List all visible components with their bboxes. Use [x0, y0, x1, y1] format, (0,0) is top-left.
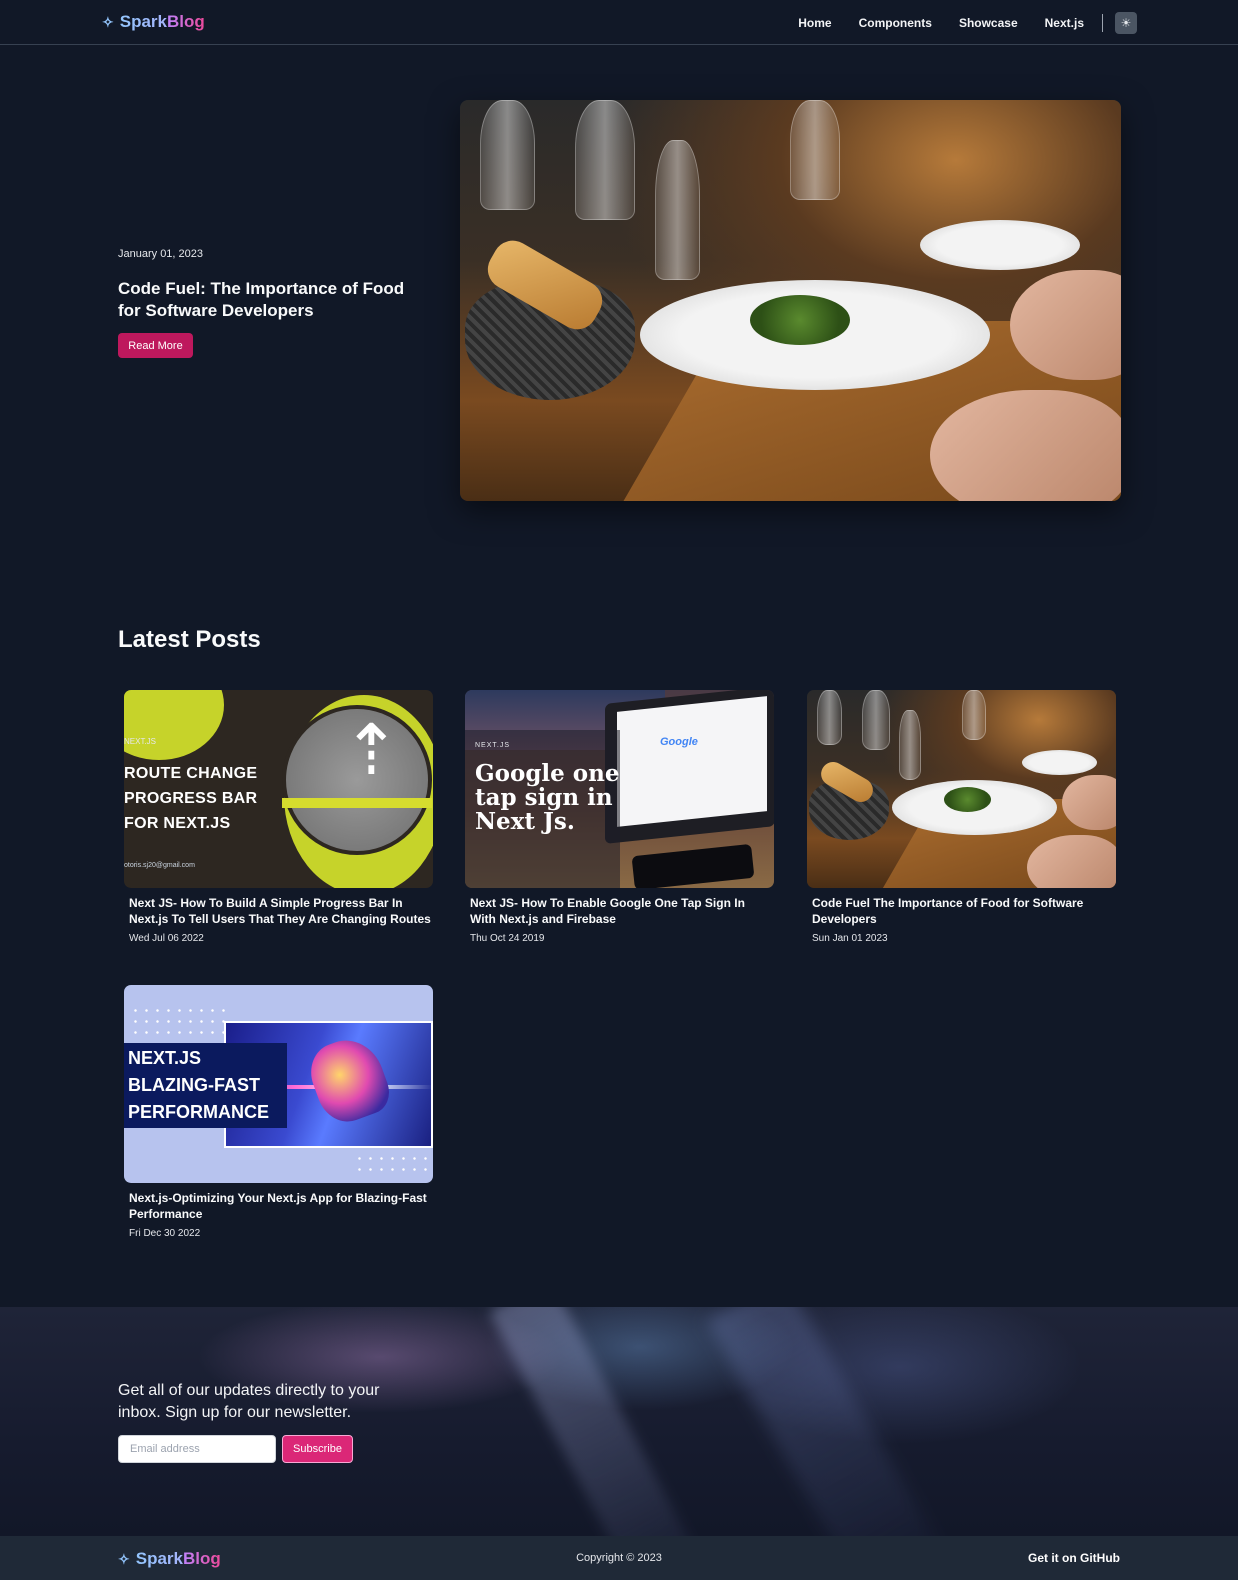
hero-date: January 01, 2023	[118, 248, 204, 260]
hero-title[interactable]: Code Fuel: The Importance of Food for So…	[118, 278, 428, 322]
crossroad-arrows-icon: ⇡	[342, 711, 401, 789]
latest-posts-heading: Latest Posts	[118, 626, 261, 653]
nav-links: Home Components Showcase Next.js ☀	[798, 0, 1238, 45]
nav-divider	[1102, 13, 1103, 32]
post-date: Fri Dec 30 2022	[129, 1228, 201, 1239]
post-card[interactable]: Code Fuel The Importance of Food for Sof…	[807, 690, 1116, 944]
post-thumbnail[interactable]: ⇡ NEXT.JS ROUTE CHANGE PROGRESS BAR FOR …	[124, 690, 433, 888]
top-nav: ✧ SparkBlog Home Components Showcase Nex…	[0, 0, 1238, 45]
subscribe-button[interactable]: Subscribe	[282, 1435, 353, 1463]
post-thumbnail[interactable]	[807, 690, 1116, 888]
newsletter-section: Get all of our updates directly to your …	[0, 1307, 1238, 1536]
brand-name-part1: Spark	[119, 12, 167, 31]
post-date: Wed Jul 06 2022	[129, 933, 204, 944]
post-card[interactable]: Google NEXT.JS Google one tap sign in Ne…	[465, 690, 774, 944]
post-thumbnail[interactable]: NEXT.JS BLAZING-FAST PERFORMANCE	[124, 985, 433, 1183]
hero-image[interactable]	[460, 100, 1121, 501]
thumbnail-text: Google one tap sign in Next Js.	[475, 760, 620, 835]
post-date: Sun Jan 01 2023	[812, 933, 888, 944]
post-title[interactable]: Next.js-Optimizing Your Next.js App for …	[124, 1190, 433, 1222]
nav-showcase[interactable]: Showcase	[959, 16, 1018, 30]
nav-home[interactable]: Home	[798, 16, 831, 30]
github-link[interactable]: Get it on GitHub	[1028, 1551, 1120, 1565]
newsletter-text: Get all of our updates directly to your …	[118, 1382, 380, 1421]
read-more-button[interactable]: Read More	[118, 333, 193, 358]
post-date: Thu Oct 24 2019	[470, 933, 545, 944]
post-title[interactable]: Next JS- How To Build A Simple Progress …	[124, 895, 433, 927]
post-card[interactable]: ⇡ NEXT.JS ROUTE CHANGE PROGRESS BAR FOR …	[124, 690, 433, 944]
nav-components[interactable]: Components	[859, 16, 932, 30]
email-input[interactable]	[118, 1435, 276, 1463]
footer: ✧ SparkBlog Copyright © 2023 Get it on G…	[0, 1536, 1238, 1580]
brand-name-part2: Blog	[166, 12, 205, 31]
thumbnail-text: NEXT.JS BLAZING-FAST PERFORMANCE	[128, 1048, 270, 1122]
post-thumbnail[interactable]: Google NEXT.JS Google one tap sign in Ne…	[465, 690, 774, 888]
sparkle-icon: ✧	[102, 13, 114, 30]
theme-toggle-button[interactable]: ☀	[1115, 11, 1137, 34]
nav-nextjs[interactable]: Next.js	[1045, 16, 1084, 30]
thumbnail-text: ROUTE CHANGE PROGRESS BAR FOR NEXT.JS	[124, 765, 258, 832]
thumbnail-email: otoris.sj20@gmail.com	[124, 862, 195, 869]
thumbnail-tag: NEXT.JS	[124, 737, 157, 746]
google-logo: Google	[660, 736, 698, 748]
brand-logo[interactable]: ✧ SparkBlog	[102, 12, 205, 32]
post-card[interactable]: NEXT.JS BLAZING-FAST PERFORMANCE Next.js…	[124, 985, 433, 1239]
post-title[interactable]: Next JS- How To Enable Google One Tap Si…	[465, 895, 774, 927]
post-title[interactable]: Code Fuel The Importance of Food for Sof…	[807, 895, 1116, 927]
sun-icon: ☀	[1120, 15, 1132, 30]
thumbnail-tag: NEXT.JS	[475, 742, 511, 749]
